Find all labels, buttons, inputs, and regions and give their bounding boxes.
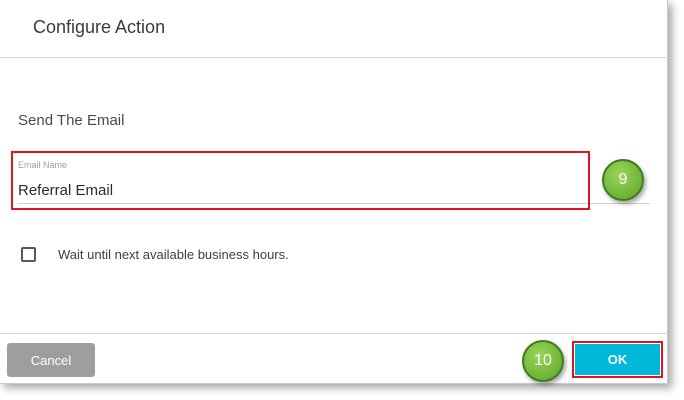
section-title: Send The Email	[18, 112, 125, 129]
configure-action-dialog: Configure Action Send The Email Email Na…	[0, 0, 668, 384]
dialog-title: Configure Action	[33, 17, 166, 37]
email-name-label: Email Name	[18, 160, 68, 170]
dialog-footer	[0, 333, 668, 384]
step-10-badge: 10	[522, 340, 564, 382]
cancel-button[interactable]: Cancel	[7, 343, 95, 377]
step-9-badge: 9	[602, 159, 644, 201]
ok-button[interactable]: OK	[575, 344, 660, 375]
wait-business-hours-label[interactable]: Wait until next available business hours…	[58, 247, 289, 262]
dialog-header: Configure Action	[0, 0, 668, 58]
email-name-field[interactable]: Email Name	[18, 156, 650, 204]
wait-business-hours-checkbox[interactable]	[21, 247, 36, 262]
email-name-input[interactable]	[18, 182, 578, 199]
